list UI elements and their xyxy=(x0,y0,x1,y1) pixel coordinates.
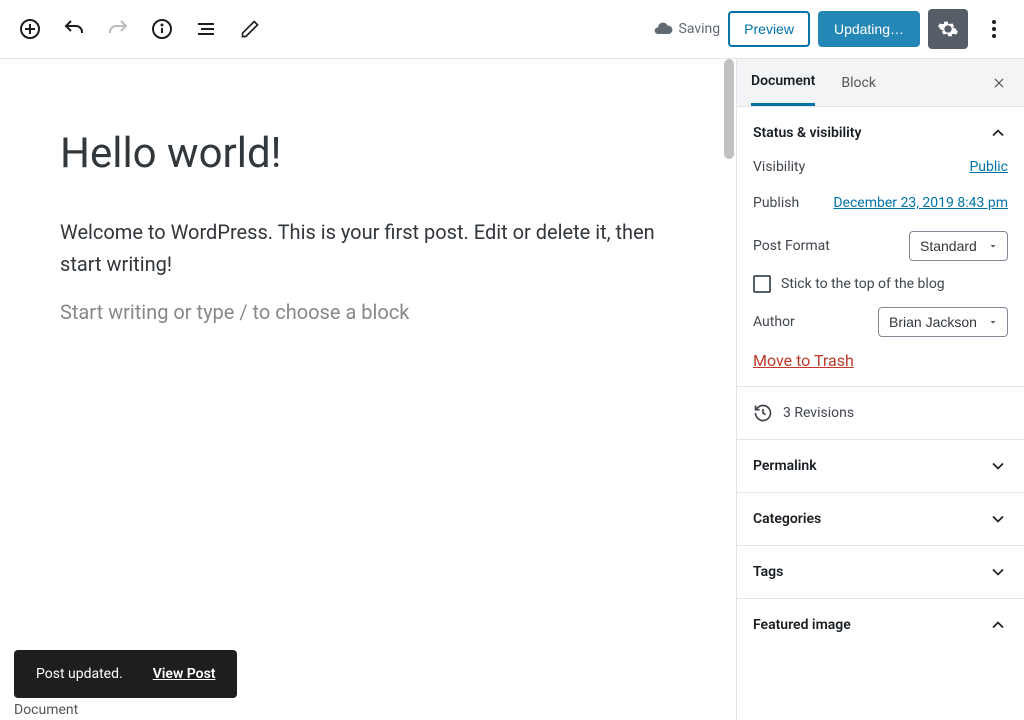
chevron-down-icon xyxy=(988,509,1008,529)
list-icon xyxy=(194,17,218,41)
editor-scrollbar[interactable] xyxy=(722,59,736,720)
top-toolbar: Saving Preview Updating… xyxy=(0,0,1024,59)
chevron-up-icon xyxy=(988,123,1008,143)
post-format-row: Post Format Standard xyxy=(753,231,1008,261)
tags-header[interactable]: Tags xyxy=(737,546,1024,598)
snackbar: Post updated. View Post xyxy=(14,650,237,698)
revisions-row[interactable]: 3 Revisions xyxy=(737,387,1024,439)
revisions-text: 3 Revisions xyxy=(783,405,854,421)
tags-title: Tags xyxy=(753,564,783,580)
chevron-up-icon xyxy=(988,615,1008,635)
pencil-icon xyxy=(240,19,260,39)
featured-image-panel: Featured image xyxy=(737,598,1024,651)
sidebar-body: Status & visibility Visibility Public Pu… xyxy=(737,107,1024,720)
sticky-checkbox[interactable] xyxy=(753,275,771,293)
toolbar-right: Saving Preview Updating… xyxy=(653,9,1012,49)
categories-panel: Categories xyxy=(737,492,1024,545)
redo-icon xyxy=(106,17,130,41)
trash-row: Move to Trash xyxy=(753,351,1008,370)
outline-button[interactable] xyxy=(188,11,224,47)
toolbar-left xyxy=(12,11,268,47)
visibility-row: Visibility Public xyxy=(753,159,1008,175)
permalink-header[interactable]: Permalink xyxy=(737,440,1024,492)
sidebar-close-button[interactable] xyxy=(988,72,1010,94)
scrollbar-thumb[interactable] xyxy=(724,59,734,159)
categories-header[interactable]: Categories xyxy=(737,493,1024,545)
info-icon xyxy=(150,17,174,41)
chevron-down-icon xyxy=(988,456,1008,476)
editor-canvas[interactable]: Hello world! Welcome to WordPress. This … xyxy=(0,59,722,720)
preview-button[interactable]: Preview xyxy=(728,11,810,47)
snackbar-message: Post updated. xyxy=(36,666,123,682)
publish-label: Publish xyxy=(753,195,799,211)
visibility-label: Visibility xyxy=(753,159,805,175)
footer-breadcrumb[interactable]: Document xyxy=(14,702,78,718)
more-vertical-icon xyxy=(982,17,1006,41)
undo-icon xyxy=(62,17,86,41)
tab-block[interactable]: Block xyxy=(841,61,876,105)
history-icon xyxy=(753,403,773,423)
settings-button[interactable] xyxy=(928,9,968,49)
tags-panel: Tags xyxy=(737,545,1024,598)
author-row: Author Brian Jackson xyxy=(753,307,1008,337)
status-visibility-header[interactable]: Status & visibility xyxy=(737,107,1024,159)
move-to-trash-link[interactable]: Move to Trash xyxy=(753,351,854,370)
sticky-row[interactable]: Stick to the top of the blog xyxy=(753,275,1008,293)
chevron-down-icon xyxy=(988,562,1008,582)
status-content: Visibility Public Publish December 23, 2… xyxy=(737,159,1024,386)
publish-value[interactable]: December 23, 2019 8:43 pm xyxy=(833,195,1008,211)
post-title[interactable]: Hello world! xyxy=(60,129,662,178)
redo-button[interactable] xyxy=(100,11,136,47)
saving-text: Saving xyxy=(679,21,721,37)
snackbar-action-link[interactable]: View Post xyxy=(153,666,216,682)
featured-image-header[interactable]: Featured image xyxy=(737,599,1024,651)
block-placeholder[interactable]: Start writing or type / to choose a bloc… xyxy=(60,300,662,324)
post-format-select[interactable]: Standard xyxy=(909,231,1008,261)
main-area: Hello world! Welcome to WordPress. This … xyxy=(0,59,1024,720)
permalink-panel: Permalink xyxy=(737,439,1024,492)
add-block-button[interactable] xyxy=(12,11,48,47)
post-paragraph[interactable]: Welcome to WordPress. This is your first… xyxy=(60,216,660,280)
author-select[interactable]: Brian Jackson xyxy=(878,307,1008,337)
close-icon xyxy=(992,76,1006,90)
post-format-label: Post Format xyxy=(753,238,830,254)
publish-row: Publish December 23, 2019 8:43 pm xyxy=(753,195,1008,211)
undo-button[interactable] xyxy=(56,11,92,47)
saving-indicator: Saving xyxy=(653,19,721,39)
cloud-icon xyxy=(653,19,673,39)
more-menu-button[interactable] xyxy=(976,11,1012,47)
author-label: Author xyxy=(753,314,795,330)
permalink-title: Permalink xyxy=(753,458,817,474)
revisions-panel: 3 Revisions xyxy=(737,386,1024,439)
tab-document[interactable]: Document xyxy=(751,59,815,106)
categories-title: Categories xyxy=(753,511,821,527)
edit-button[interactable] xyxy=(232,11,268,47)
sidebar-tabs: Document Block xyxy=(737,59,1024,107)
publish-button[interactable]: Updating… xyxy=(818,11,920,47)
sticky-label: Stick to the top of the blog xyxy=(781,276,945,292)
settings-sidebar: Document Block Status & visibility Visib… xyxy=(736,59,1024,720)
gear-icon xyxy=(937,18,959,40)
info-button[interactable] xyxy=(144,11,180,47)
visibility-value[interactable]: Public xyxy=(969,159,1008,175)
plus-circle-icon xyxy=(18,17,42,41)
status-title: Status & visibility xyxy=(753,125,861,141)
featured-image-title: Featured image xyxy=(753,617,851,633)
status-visibility-panel: Status & visibility Visibility Public Pu… xyxy=(737,107,1024,386)
